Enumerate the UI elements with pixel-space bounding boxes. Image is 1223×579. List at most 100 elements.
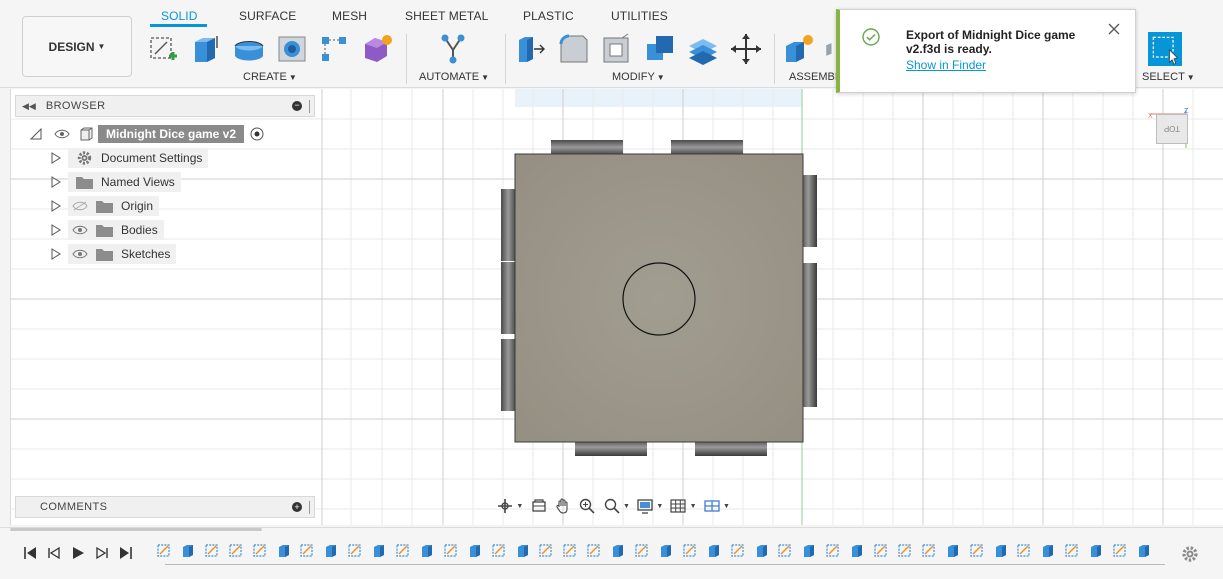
browser-item-bodies[interactable]: Bodies [50,220,164,240]
timeline-extrude-icon[interactable] [1136,542,1152,558]
timeline-sketch-icon[interactable] [228,542,244,558]
select-menu[interactable]: SELECT ▼ [1142,71,1195,83]
panel-grip-icon[interactable] [309,501,311,514]
modify-menu[interactable]: MODIFY ▼ [612,71,665,83]
form-icon[interactable] [360,32,394,66]
chevron-down-icon[interactable]: ▼ [690,503,697,510]
timeline-sketch-icon[interactable] [562,542,578,558]
expand-triangle-icon[interactable] [50,152,62,164]
play-icon[interactable] [70,545,86,561]
press-pull-icon[interactable] [514,32,548,66]
timeline-sketch-icon[interactable] [156,542,172,558]
collapse-panel-icon[interactable]: ◀◀ [22,101,36,112]
timeline-sketch-icon[interactable] [443,542,459,558]
display-settings-icon[interactable] [636,497,654,515]
comments-panel-header[interactable]: COMMENTS + [15,496,315,518]
timeline-sketch-icon[interactable] [825,542,841,558]
tab-utilities[interactable]: UTILITIES [611,9,668,23]
timeline-extrude-icon[interactable] [706,542,722,558]
timeline-extrude-icon[interactable] [419,542,435,558]
pan-icon[interactable] [554,497,572,515]
timeline-extrude-icon[interactable] [849,542,865,558]
viewcube[interactable]: TOP [1156,114,1188,144]
timeline-sketch-icon[interactable] [1016,542,1032,558]
expand-triangle-icon[interactable] [50,224,62,236]
shell-icon[interactable] [600,32,634,66]
extrude-icon[interactable] [189,32,223,66]
show-in-finder-link[interactable]: Show in Finder [906,58,986,72]
expand-triangle-icon[interactable] [50,176,62,188]
timeline-extrude-icon[interactable] [754,542,770,558]
fillet-icon[interactable] [557,32,591,66]
timeline-sketch-icon[interactable] [1064,542,1080,558]
browser-item-origin[interactable]: Origin [50,196,160,216]
tab-plastic[interactable]: PLASTIC [523,9,574,23]
timeline-extrude-icon[interactable] [993,542,1009,558]
timeline-extrude-icon[interactable] [658,542,674,558]
browser-item-document-settings[interactable]: Document Settings [50,148,209,168]
timeline-sketch-icon[interactable] [1112,542,1128,558]
visibility-eye-icon[interactable] [72,249,88,259]
chevron-down-icon[interactable]: ▼ [656,503,663,510]
timeline-sketch-icon[interactable] [730,542,746,558]
dice-model[interactable] [491,129,831,469]
orbit-icon[interactable] [496,497,514,515]
chevron-down-icon[interactable]: ▼ [516,503,523,510]
browser-root-label[interactable]: Midnight Dice game v2 [98,125,245,143]
offset-face-icon[interactable] [686,32,720,66]
create-sketch-icon[interactable] [147,32,181,66]
timeline-sketch-icon[interactable] [491,542,507,558]
activate-radio-icon[interactable] [250,127,264,141]
expand-triangle-icon[interactable] [50,200,62,212]
skip-to-start-icon[interactable] [22,545,38,561]
timeline-sketch-icon[interactable] [634,542,650,558]
timeline-sketch-icon[interactable] [538,542,554,558]
visibility-eye-icon[interactable] [72,225,88,235]
minimize-panel-icon[interactable]: − [292,101,302,111]
tab-solid[interactable]: SOLID [161,9,198,23]
tab-sheet-metal[interactable]: SHEET METAL [405,9,488,23]
step-forward-icon[interactable] [94,545,110,561]
browser-item-sketches[interactable]: Sketches [50,244,177,264]
timeline-sketch-icon[interactable] [347,542,363,558]
timeline-extrude-icon[interactable] [801,542,817,558]
look-at-icon[interactable] [529,497,547,515]
visibility-eye-icon[interactable] [54,129,70,139]
hole-icon[interactable] [275,32,309,66]
tab-surface[interactable]: SURFACE [239,9,296,23]
browser-panel-header[interactable]: ◀◀ BROWSER − [15,95,315,117]
timeline-sketch-icon[interactable] [586,542,602,558]
pattern-icon[interactable] [317,32,351,66]
timeline-sketch-icon[interactable] [969,542,985,558]
browser-item-named-views[interactable]: Named Views [50,172,181,192]
timeline-extrude-icon[interactable] [180,542,196,558]
timeline-extrude-icon[interactable] [276,542,292,558]
timeline-extrude-icon[interactable] [1088,542,1104,558]
timeline-scrollbar[interactable] [10,528,262,531]
hidden-eye-icon[interactable] [72,201,88,211]
timeline-sketch-icon[interactable] [897,542,913,558]
tab-mesh[interactable]: MESH [332,9,367,23]
add-comment-icon[interactable]: + [292,502,302,512]
move-icon[interactable] [729,32,763,66]
create-menu[interactable]: CREATE ▼ [243,71,297,83]
timeline-extrude-icon[interactable] [515,542,531,558]
timeline-sketch-icon[interactable] [777,542,793,558]
assemble-menu[interactable]: ASSEMBL [789,71,841,83]
expand-triangle-icon[interactable] [50,248,62,260]
combine-icon[interactable] [643,32,677,66]
timeline-sketch-icon[interactable] [252,542,268,558]
chevron-down-icon[interactable]: ▼ [723,503,730,510]
timeline-extrude-icon[interactable] [1040,542,1056,558]
revolve-icon[interactable] [232,32,266,66]
close-icon[interactable] [1107,22,1121,36]
timeline-sketch-icon[interactable] [682,542,698,558]
automate-icon[interactable] [436,32,470,66]
panel-grip-icon[interactable] [309,100,311,113]
timeline-extrude-icon[interactable] [323,542,339,558]
timeline-sketch-icon[interactable] [395,542,411,558]
viewports-icon[interactable] [703,497,721,515]
timeline-sketch-icon[interactable] [921,542,937,558]
browser-root-node[interactable]: Midnight Dice game v2 [30,124,264,144]
zoom-window-icon[interactable] [603,497,621,515]
